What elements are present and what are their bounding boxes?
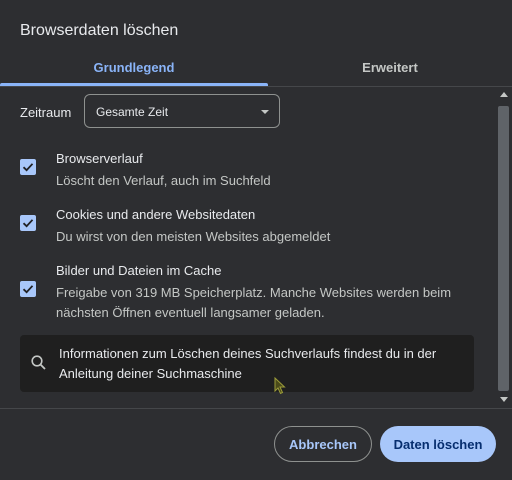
tab-basic[interactable]: Grundlegend [0, 50, 268, 84]
info-text: Informationen zum Löschen deines Suchver… [59, 346, 437, 381]
option-description: Freigabe von 319 MB Speicherplatz. Manch… [56, 285, 452, 320]
checkmark-icon [22, 285, 34, 294]
scroll-thumb[interactable] [498, 106, 509, 391]
search-history-info: Informationen zum Löschen deines Suchver… [20, 335, 474, 392]
option-title: Browserverlauf [56, 151, 143, 166]
footer-divider [0, 408, 512, 409]
checkmark-icon [22, 163, 34, 172]
time-range-value: Gesamte Zeit [96, 105, 169, 119]
tab-bar: Grundlegend Erweitert [0, 50, 512, 86]
option-description: Löscht den Verlauf, auch im Suchfeld [56, 173, 271, 188]
checkmark-icon [22, 219, 34, 228]
dialog-title: Browserdaten löschen [20, 22, 179, 39]
delete-data-button[interactable]: Daten löschen [380, 426, 496, 462]
scrollbar[interactable] [496, 87, 512, 408]
time-range-select[interactable]: Gesamte Zeit [84, 94, 280, 128]
cancel-button[interactable]: Abbrechen [274, 426, 372, 462]
option-description: Du wirst von den meisten Websites abgeme… [56, 229, 331, 244]
scroll-up-arrow-icon[interactable] [500, 92, 508, 97]
clear-browsing-data-dialog: Browserdaten löschen Grundlegend Erweite… [0, 0, 512, 480]
dropdown-caret-icon [261, 110, 269, 114]
option-title: Bilder und Dateien im Cache [56, 263, 222, 278]
checkbox-browsing-history[interactable] [20, 159, 36, 175]
mouse-cursor-icon [274, 377, 286, 395]
search-icon [31, 355, 46, 370]
dialog-content: Zeitraum Gesamte Zeit Browserverlauf Lös… [0, 87, 496, 408]
checkbox-cookies[interactable] [20, 215, 36, 231]
checkbox-cache[interactable] [20, 281, 36, 297]
tab-advanced[interactable]: Erweitert [268, 50, 512, 84]
time-range-label: Zeitraum [20, 105, 72, 120]
option-title: Cookies und andere Websitedaten [56, 207, 256, 222]
scroll-down-arrow-icon[interactable] [500, 397, 508, 402]
